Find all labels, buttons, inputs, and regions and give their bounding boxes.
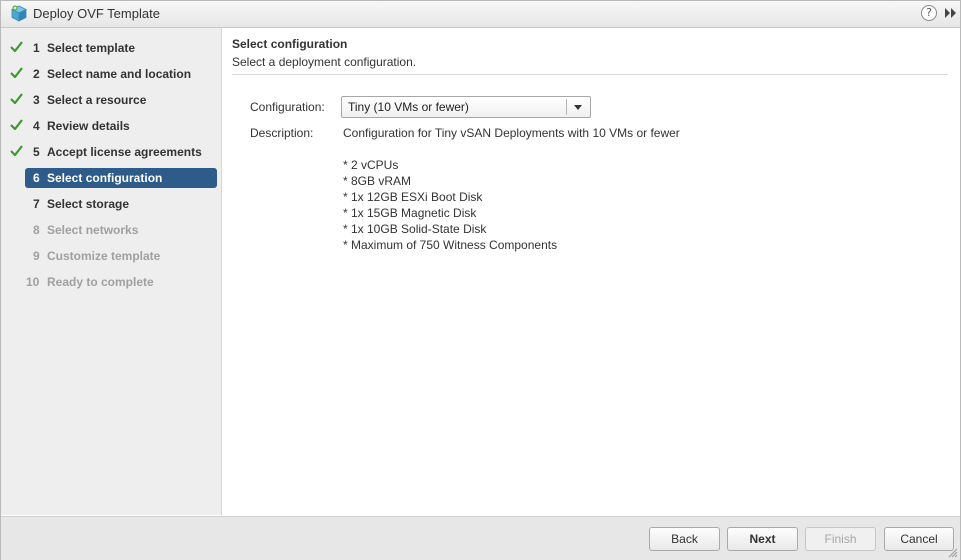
checkmark-icon [10, 67, 23, 78]
help-icon[interactable]: ? [921, 5, 937, 21]
page-title: Select configuration [232, 37, 348, 51]
wizard-step-1[interactable]: 1 Select template [1, 38, 221, 58]
footer-bar: Back Next Finish Cancel [1, 516, 960, 560]
deploy-ovf-icon [11, 5, 27, 22]
wizard-steps-sidebar: 1 Select template 2 Select name and locatio… [1, 28, 222, 515]
step-number: 2 [33, 67, 40, 81]
title-bar: Deploy OVF Template ? [1, 1, 960, 28]
checkmark-icon [10, 93, 23, 104]
spec-item: * Maximum of 750 Witness Components [343, 238, 558, 252]
expand-icon[interactable] [944, 7, 958, 19]
step-label: Select name and location [47, 67, 192, 81]
step-label: Ready to complete [47, 275, 154, 289]
cancel-button[interactable]: Cancel [884, 527, 954, 551]
select-separator [566, 99, 567, 115]
chevron-down-icon[interactable] [574, 105, 582, 110]
step-label: Select networks [47, 223, 139, 237]
step-label: Accept license agreements [47, 145, 202, 159]
finish-button[interactable]: Finish [805, 527, 876, 551]
wizard-step-10: 10 Ready to complete [1, 272, 221, 292]
wizard-step-9: 9 Customize template [1, 246, 221, 266]
step-number: 6 [33, 171, 40, 185]
back-button[interactable]: Back [649, 527, 720, 551]
step-number: 4 [33, 119, 40, 133]
step-number: 7 [33, 197, 40, 211]
step-label: Review details [47, 119, 130, 133]
configuration-value: Tiny (10 VMs or fewer) [348, 100, 469, 114]
wizard-step-8: 8 Select networks [1, 220, 221, 240]
step-label: Customize template [47, 249, 161, 263]
step-number: 5 [33, 145, 40, 159]
wizard-step-7[interactable]: 7 Select storage [1, 194, 221, 214]
spec-item: * 1x 10GB Solid-State Disk [343, 222, 487, 236]
step-label: Select a resource [47, 93, 147, 107]
wizard-step-6[interactable]: 6 Select configuration [1, 168, 221, 188]
wizard-step-5[interactable]: 5 Accept license agreements [1, 142, 221, 162]
configuration-select[interactable]: Tiny (10 VMs or fewer) [341, 96, 591, 118]
step-label: Select storage [47, 197, 130, 211]
wizard-step-2[interactable]: 2 Select name and location [1, 64, 221, 84]
wizard-step-4[interactable]: 4 Review details [1, 116, 221, 136]
step-label: Select template [47, 41, 136, 55]
configuration-label: Configuration: [250, 100, 325, 114]
step-number: 1 [33, 41, 40, 55]
spec-item: * 8GB vRAM [343, 174, 412, 188]
step-label: Select configuration [47, 171, 163, 185]
step-number: 8 [33, 223, 40, 237]
spec-item: * 2 vCPUs [343, 158, 399, 172]
divider [232, 74, 948, 75]
next-button[interactable]: Next [727, 527, 798, 551]
step-number: 10 [26, 275, 40, 289]
wizard-step-3[interactable]: 3 Select a resource [1, 90, 221, 110]
checkmark-icon [10, 41, 23, 52]
spec-item: * 1x 15GB Magnetic Disk [343, 206, 477, 220]
dialog-title: Deploy OVF Template [33, 6, 160, 21]
page-subtitle: Select a deployment configuration. [232, 55, 417, 69]
spec-item: * 1x 12GB ESXi Boot Disk [343, 190, 483, 204]
main-panel: Select configuration Select a deployment… [222, 28, 960, 515]
deploy-ovf-dialog: Deploy OVF Template ? 1 Select template 2 S… [0, 0, 961, 560]
resize-grip-icon[interactable] [947, 547, 958, 558]
checkmark-icon [10, 119, 23, 130]
description-text: Configuration for Tiny vSAN Deployments … [343, 126, 680, 140]
step-number: 3 [33, 93, 40, 107]
step-number: 9 [33, 249, 40, 263]
description-label: Description: [250, 126, 314, 140]
checkmark-icon [10, 145, 23, 156]
